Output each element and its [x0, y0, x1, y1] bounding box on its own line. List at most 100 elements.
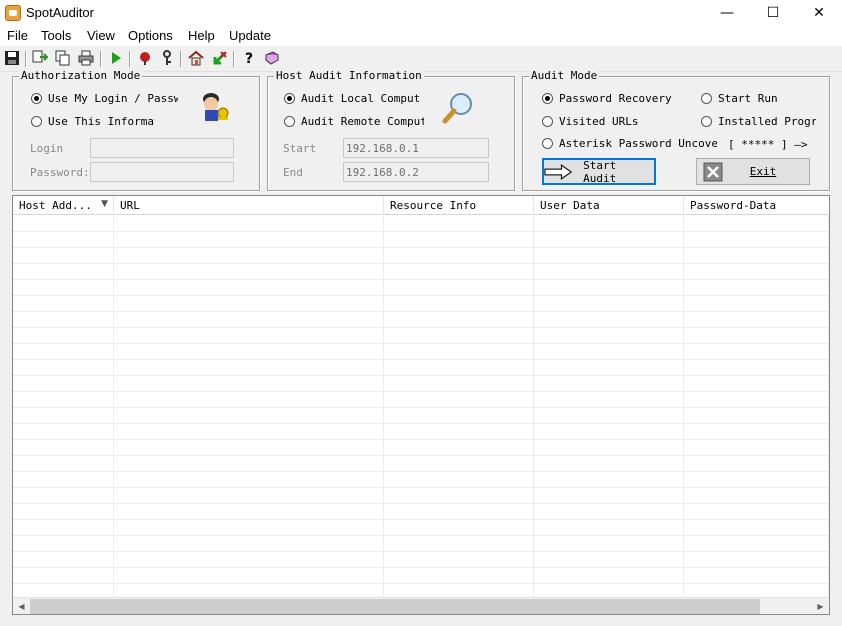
book-icon[interactable] — [263, 50, 281, 68]
table-cell — [534, 216, 684, 232]
print-icon[interactable] — [77, 50, 95, 68]
column-host-address[interactable]: Host Add... ▼ — [13, 196, 114, 215]
table-cell — [534, 568, 684, 584]
menu-bar: File Tools View Options Help Update — [0, 26, 842, 46]
column-user-data[interactable]: User Data — [534, 196, 684, 215]
table-cell — [114, 520, 384, 536]
run-icon[interactable] — [107, 50, 125, 68]
audit-remote-label: Audit Remote Computer — [301, 115, 424, 128]
start-ip-field[interactable]: 192.168.0.1 — [343, 138, 489, 158]
magnifier-icon — [441, 91, 475, 125]
table-cell — [114, 552, 384, 568]
table-cell — [384, 552, 534, 568]
table-cell — [13, 392, 114, 408]
radio-dot — [542, 116, 553, 127]
table-cell — [114, 376, 384, 392]
installed-programs-radio[interactable]: Installed Programs — [701, 115, 816, 128]
column-url[interactable]: URL — [114, 196, 384, 215]
home-icon[interactable] — [187, 50, 205, 68]
table-cell — [13, 216, 114, 232]
exit-icon[interactable] — [210, 50, 228, 68]
table-row — [13, 264, 829, 280]
key-icon[interactable] — [158, 50, 176, 68]
table-cell — [534, 488, 684, 504]
menu-tools[interactable]: Tools — [41, 28, 71, 43]
table-cell — [114, 280, 384, 296]
table-cell — [684, 536, 829, 552]
use-my-login-label: Use My Login / Password — [48, 92, 178, 105]
scroll-right-arrow[interactable]: ▶ — [812, 598, 829, 614]
table-cell — [114, 296, 384, 312]
sort-down-icon: ▼ — [101, 199, 108, 209]
table-row — [13, 456, 829, 472]
exit-button[interactable]: Exit — [696, 158, 810, 185]
audit-mode-title: Audit Mode — [529, 69, 600, 82]
table-row — [13, 424, 829, 440]
column-resource-info[interactable]: Resource Info — [384, 196, 534, 215]
password-field[interactable] — [90, 162, 234, 182]
app-icon — [5, 5, 21, 21]
table-cell — [13, 280, 114, 296]
results-table[interactable]: Host Add... ▼ URL Resource Info User Dat… — [12, 195, 830, 615]
start-run-radio[interactable]: Start Run — [701, 92, 801, 105]
table-cell — [684, 392, 829, 408]
table-cell — [114, 216, 384, 232]
close-button[interactable]: ✕ — [796, 0, 842, 26]
audit-local-label: Audit Local Computer — [301, 92, 419, 105]
visited-urls-radio[interactable]: Visited URLs — [542, 115, 692, 128]
minimize-button[interactable]: — — [704, 0, 750, 26]
table-cell — [114, 344, 384, 360]
table-header: Host Add... ▼ URL Resource Info User Dat… — [13, 196, 829, 215]
table-cell — [684, 360, 829, 376]
table-cell — [684, 456, 829, 472]
start-audit-button[interactable]: Start Audit — [542, 158, 656, 185]
menu-help[interactable]: Help — [188, 28, 215, 43]
table-row — [13, 216, 829, 232]
password-recovery-label: Password Recovery — [559, 92, 672, 105]
save-icon[interactable] — [3, 50, 21, 68]
table-row — [13, 376, 829, 392]
copy-all-icon[interactable] — [54, 50, 72, 68]
scroll-thumb[interactable] — [30, 599, 760, 614]
asterisk-uncover-radio[interactable]: Asterisk Password Uncover — [542, 137, 717, 150]
use-this-information-radio[interactable]: Use This Information — [31, 115, 155, 128]
maximize-button[interactable]: ☐ — [750, 0, 796, 26]
table-cell — [534, 408, 684, 424]
table-row — [13, 360, 829, 376]
user-key-icon — [196, 89, 232, 125]
table-cell — [384, 360, 534, 376]
end-ip-field[interactable]: 192.168.0.2 — [343, 162, 489, 182]
stop-icon[interactable] — [136, 50, 154, 68]
table-cell — [684, 296, 829, 312]
use-this-information-label: Use This Information — [48, 115, 155, 128]
use-my-login-radio[interactable]: Use My Login / Password — [31, 92, 178, 105]
table-cell — [384, 248, 534, 264]
table-cell — [114, 248, 384, 264]
menu-update[interactable]: Update — [229, 28, 271, 43]
menu-file[interactable]: File — [7, 28, 28, 43]
copy-icon[interactable] — [31, 50, 50, 68]
password-recovery-radio[interactable]: Password Recovery — [542, 92, 692, 105]
audit-local-radio[interactable]: Audit Local Computer — [284, 92, 419, 105]
table-cell — [13, 552, 114, 568]
table-cell — [534, 456, 684, 472]
help-icon[interactable]: ? — [240, 50, 258, 68]
scroll-left-arrow[interactable]: ◀ — [13, 598, 30, 614]
host-audit-group: Host Audit Information Audit Local Compu… — [267, 69, 515, 191]
radio-dot — [284, 116, 295, 127]
table-cell — [384, 568, 534, 584]
table-cell — [534, 296, 684, 312]
table-cell — [534, 376, 684, 392]
horizontal-scrollbar[interactable]: ◀ ▶ — [13, 597, 829, 614]
table-cell — [114, 424, 384, 440]
table-cell — [684, 264, 829, 280]
table-cell — [114, 440, 384, 456]
column-password-data[interactable]: Password-Data — [684, 196, 829, 215]
table-cell — [13, 408, 114, 424]
login-field[interactable] — [90, 138, 234, 158]
menu-options[interactable]: Options — [128, 28, 173, 43]
audit-remote-radio[interactable]: Audit Remote Computer — [284, 115, 424, 128]
table-cell — [384, 536, 534, 552]
menu-view[interactable]: View — [87, 28, 115, 43]
table-row — [13, 536, 829, 552]
